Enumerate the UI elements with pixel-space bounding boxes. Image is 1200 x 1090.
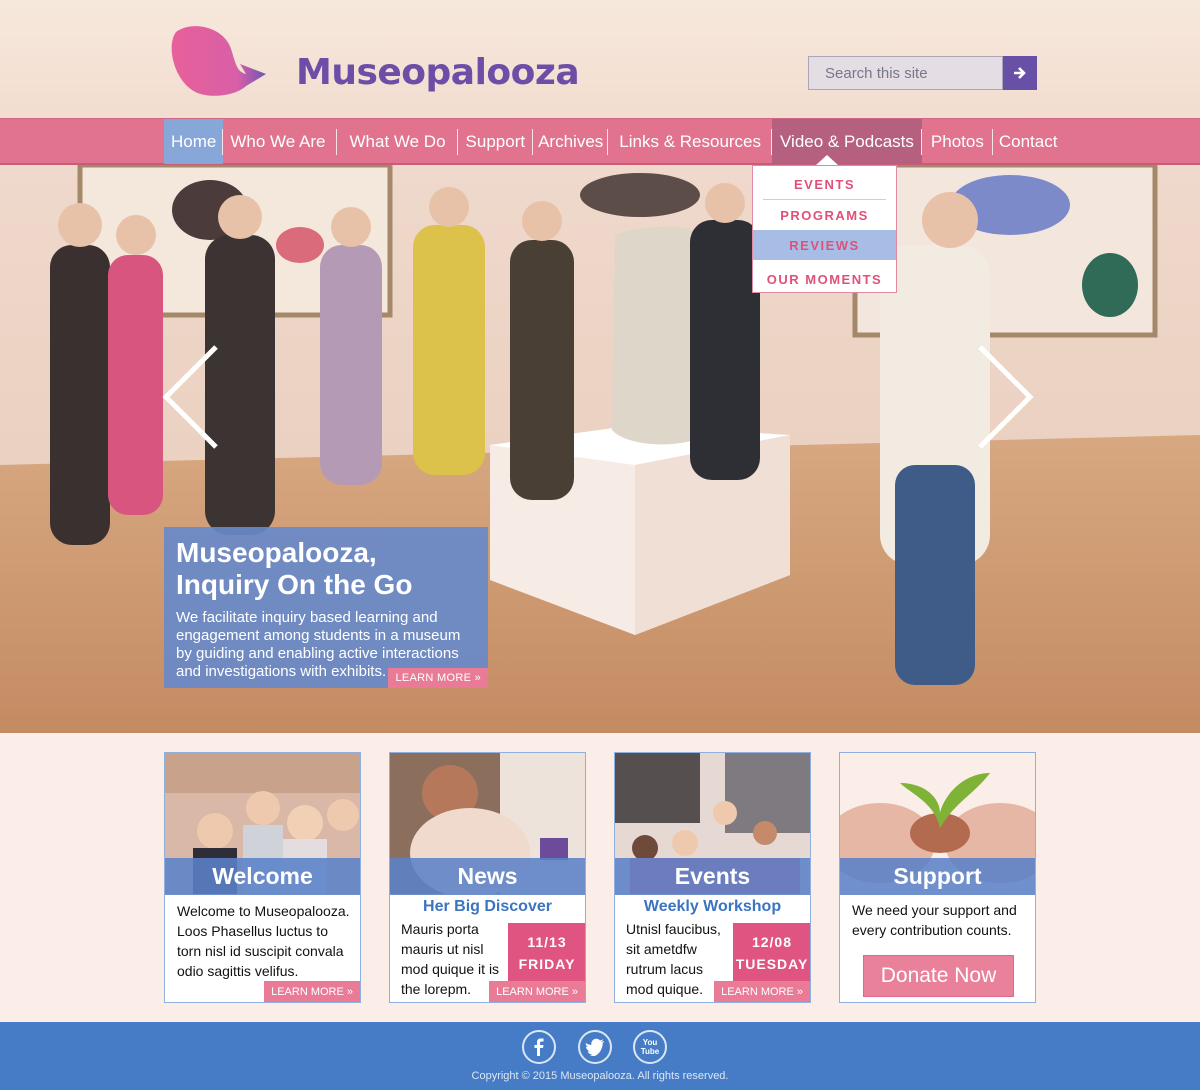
news-card-title: News [390,858,585,895]
events-headline[interactable]: Weekly Workshop [615,898,810,916]
news-date-badge: 11/13 FRIDAY [508,923,585,981]
dropdown-caret [816,155,838,165]
bird-logo-icon[interactable] [166,22,270,98]
dropdown-item-reviews[interactable]: REVIEWS [753,230,896,260]
site-footer: You Tube Copyright © 2015 Museopalooza. … [0,1022,1200,1090]
hero-learn-more-button[interactable]: LEARN MORE » [388,668,488,688]
welcome-card: Welcome Welcome to Museopalooza. Loos Ph… [164,752,361,1003]
nav-archives[interactable]: Archives [533,119,609,164]
nav-who-we-are[interactable]: Who We Are [223,119,338,164]
events-card: Events Weekly Workshop Utnisl faucibus, … [614,752,811,1003]
nav-links-resources[interactable]: Links & Resources [608,119,772,164]
events-date-badge: 12/08 TUESDAY [733,923,810,981]
news-day: FRIDAY [518,956,576,972]
facebook-icon[interactable] [522,1030,556,1064]
nav-what-we-do[interactable]: What We Do [337,119,458,164]
events-date: 12/08 [751,934,793,950]
twitter-icon[interactable] [578,1030,612,1064]
news-card: News Her Big Discover Mauris porta mauri… [389,752,586,1003]
nav-video-podcasts[interactable]: Video & Podcasts [772,119,922,164]
youtube-icon[interactable]: You Tube [633,1030,667,1064]
search-submit-button[interactable] [1003,56,1037,90]
news-date: 11/13 [527,934,567,950]
dropdown-item-programs[interactable]: PROGRAMS [753,200,896,230]
welcome-learn-more-button[interactable]: LEARN MORE » [264,981,360,1002]
facebook-glyph-icon [534,1038,544,1056]
hero-slider: Museopalooza, Inquiry On the Go We facil… [0,165,1200,733]
welcome-card-text: Welcome to Museopalooza. Loos Phasellus … [177,903,350,979]
nav-photos[interactable]: Photos [922,119,993,164]
site-logo-text[interactable]: Museopalooza [296,52,580,93]
arrow-right-icon [1014,67,1026,79]
main-nav: Home Who We Are What We Do Support Archi… [0,118,1200,165]
events-day: TUESDAY [735,956,809,972]
events-card-title: Events [615,858,810,895]
nav-home[interactable]: Home [164,119,224,164]
site-search [808,56,1037,90]
search-input[interactable] [808,56,1003,90]
site-header: Museopalooza [0,0,1200,118]
support-card: Support We need your support and every c… [839,752,1036,1003]
nav-support[interactable]: Support [458,119,534,164]
support-card-text: We need your support and every contribut… [852,902,1017,938]
donate-now-button[interactable]: Donate Now [863,955,1014,997]
copyright-text: Copyright © 2015 Museopalooza. All right… [471,1070,729,1082]
video-podcasts-dropdown: EVENTS PROGRAMS REVIEWS OUR MOMENTS [752,165,897,293]
chevron-right-icon[interactable] [976,345,1036,449]
twitter-glyph-icon [585,1038,604,1056]
events-learn-more-button[interactable]: LEARN MORE » [714,981,810,1002]
dropdown-item-events[interactable]: EVENTS [753,169,896,199]
welcome-card-title: Welcome [165,858,360,895]
nav-contact[interactable]: Contact [993,119,1064,164]
support-card-title: Support [840,858,1035,895]
dropdown-item-our-moments[interactable]: OUR MOMENTS [753,264,896,294]
hero-caption: Museopalooza, Inquiry On the Go We facil… [164,527,488,688]
news-headline[interactable]: Her Big Discover [390,898,585,916]
chevron-left-icon[interactable] [160,345,220,449]
youtube-label: You Tube [640,1038,660,1056]
news-learn-more-button[interactable]: LEARN MORE » [489,981,585,1002]
hero-title: Museopalooza, Inquiry On the Go [176,537,413,600]
